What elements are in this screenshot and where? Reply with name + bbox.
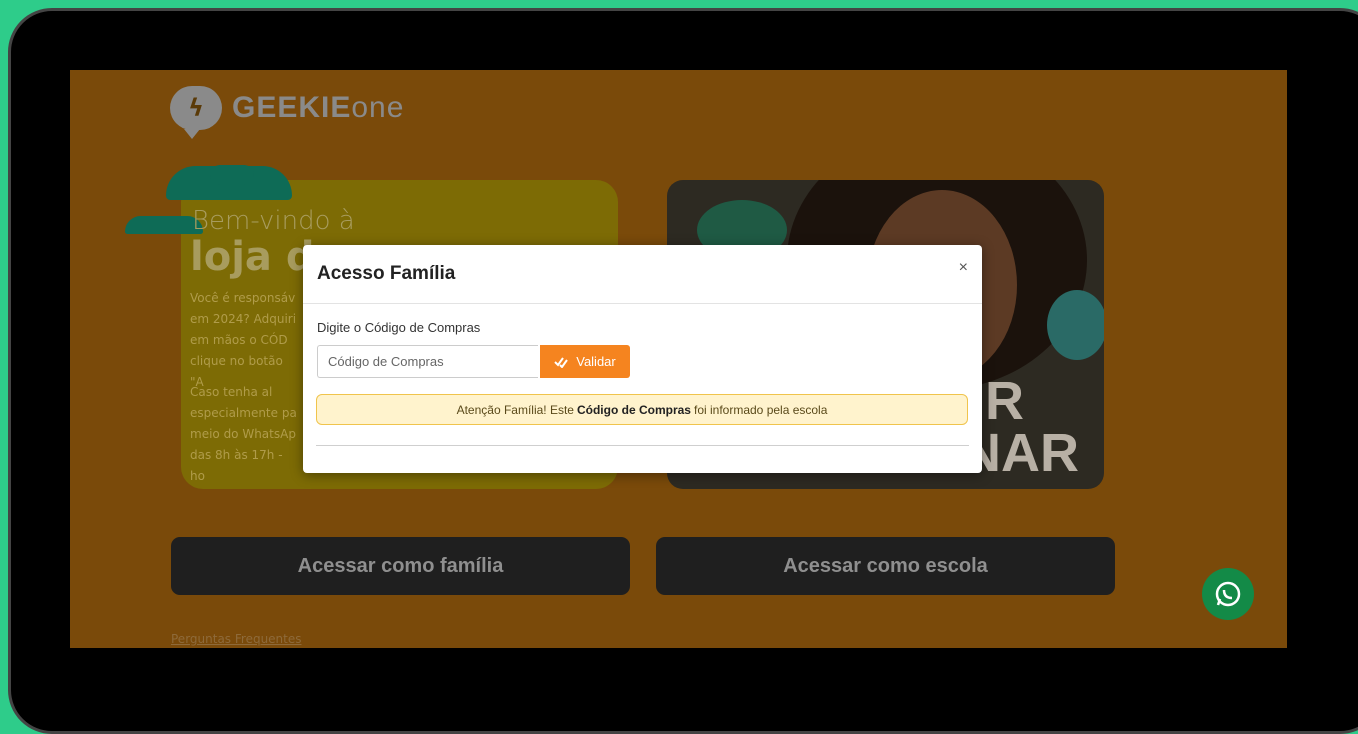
purchase-code-input[interactable]: [317, 345, 538, 378]
hero-paragraph-2: Caso tenha al especialmente pa meio do Wha…: [190, 385, 297, 483]
modal-title: Acesso Família: [317, 263, 456, 284]
whatsapp-button[interactable]: [1202, 568, 1254, 620]
logo-text: GEEKIEone: [232, 91, 405, 124]
validate-button[interactable]: Validar: [540, 345, 630, 378]
close-icon[interactable]: ×: [959, 259, 968, 277]
validate-label: Validar: [576, 354, 616, 369]
faq-link[interactable]: Perguntas Frequentes: [171, 632, 302, 646]
teal-shape: [1047, 290, 1104, 360]
family-access-modal: Acesso Família × Digite o Código de Comp…: [303, 245, 982, 473]
whatsapp-icon: [1215, 581, 1241, 607]
school-code-alert: Atenção Família! Este Código de Compras …: [316, 394, 968, 425]
alert-bold: Código de Compras: [576, 402, 691, 417]
lightning-bolt-icon: ϟ: [170, 86, 222, 139]
modal-divider: [316, 445, 969, 446]
purchase-code-label: Digite o Código de Compras: [317, 320, 481, 335]
cloud-decoration: [210, 165, 254, 185]
welcome-title: loja d: [190, 234, 315, 280]
modal-header: Acesso Família ×: [303, 245, 982, 304]
double-check-icon: [554, 356, 569, 368]
access-family-button[interactable]: Acessar como família: [171, 537, 630, 595]
hero-paragraph-1: Você é responsáv em 2024? Adquiri em mãos …: [190, 291, 297, 389]
alert-prefix: Atenção Família! Este: [456, 402, 574, 417]
alert-suffix: foi informado pela escola: [693, 402, 828, 417]
geekie-logo: ϟ GEEKIEone: [170, 86, 405, 139]
access-school-button[interactable]: Acessar como escola: [656, 537, 1115, 595]
welcome-subtitle: Bem-vindo à: [192, 206, 355, 236]
